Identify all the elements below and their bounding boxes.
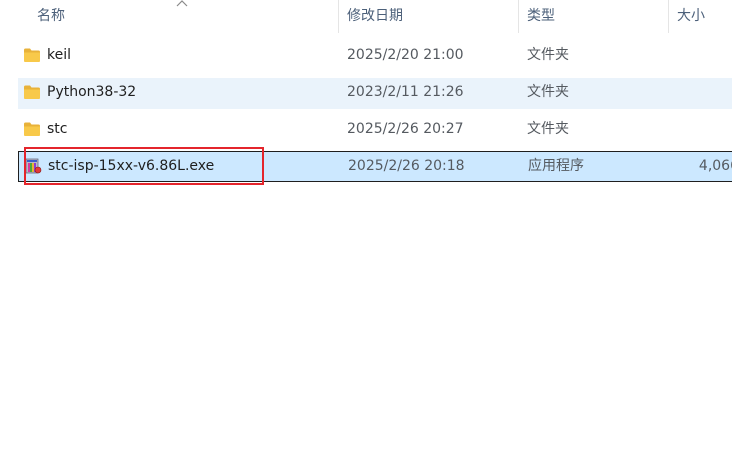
file-name: stc — [47, 121, 68, 137]
file-date: 2025/2/26 20:18 — [348, 158, 465, 174]
file-type: 文件夹 — [527, 47, 569, 63]
folder-icon — [24, 85, 40, 99]
file-list: keil 2025/2/20 21:00 文件夹 Python38-32 202… — [0, 0, 732, 461]
file-type: 应用程序 — [528, 158, 584, 174]
file-date: 2023/2/11 21:26 — [347, 84, 464, 100]
file-row-stc[interactable]: stc 2025/2/26 20:27 文件夹 — [18, 115, 732, 146]
folder-icon — [24, 48, 40, 62]
file-size — [668, 41, 732, 70]
file-type: 文件夹 — [527, 121, 569, 137]
file-size: 4,066 — [698, 158, 732, 174]
file-date: 2025/2/20 21:00 — [347, 47, 464, 63]
file-date: 2025/2/26 20:27 — [347, 121, 464, 137]
file-name: stc-isp-15xx-v6.86L.exe — [48, 158, 215, 174]
file-name: Python38-32 — [47, 84, 137, 100]
file-row-python38-32[interactable]: Python38-32 2023/2/11 21:26 文件夹 — [18, 78, 732, 109]
file-explorer: 名称 修改日期 类型 大小 keil 2025/2/20 21:00 文件夹 P… — [0, 0, 732, 461]
file-name: keil — [47, 47, 72, 63]
file-size — [668, 115, 732, 144]
exe-app-icon — [25, 158, 42, 174]
file-row-stc-isp-exe[interactable]: stc-isp-15xx-v6.86L.exe 2025/2/26 20:18 … — [18, 151, 732, 182]
folder-icon — [24, 122, 40, 136]
file-type: 文件夹 — [527, 84, 569, 100]
file-size — [668, 78, 732, 107]
file-row-keil[interactable]: keil 2025/2/20 21:00 文件夹 — [18, 41, 732, 72]
